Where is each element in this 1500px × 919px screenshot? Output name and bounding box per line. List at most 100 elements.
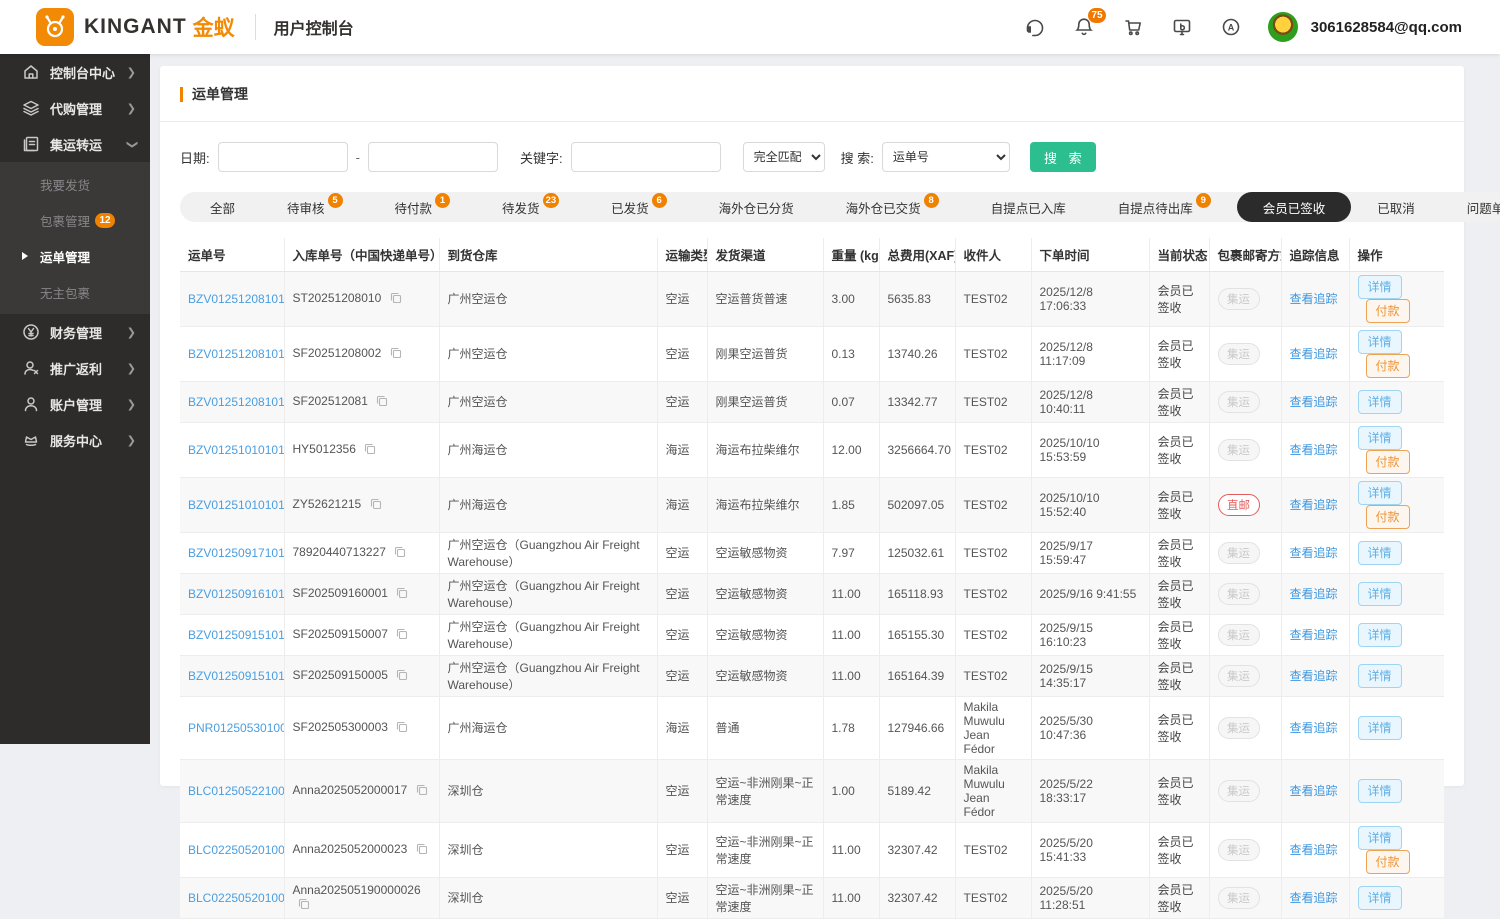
waybill-link[interactable]: BZV01250915101089	[188, 669, 284, 683]
waybill-link[interactable]: BZV01251010101117	[188, 443, 284, 457]
status-tab[interactable]: 问题单1	[1441, 192, 1500, 222]
copy-icon[interactable]	[370, 498, 382, 513]
copy-icon[interactable]	[396, 587, 408, 602]
copy-icon[interactable]	[396, 628, 408, 643]
date-separator: -	[356, 150, 360, 165]
pay-button[interactable]: 付款	[1366, 850, 1410, 874]
status-tab[interactable]: 待审核5	[261, 192, 369, 222]
transport-cell: 空运	[657, 271, 707, 326]
status-tab[interactable]: 已发货6	[585, 192, 693, 222]
waybill-link[interactable]: BLC01250522100824	[188, 784, 284, 798]
sidebar-item[interactable]: 控制台中心❯	[0, 54, 150, 90]
detail-button[interactable]: 详情	[1358, 330, 1402, 354]
detail-button[interactable]: 详情	[1358, 275, 1402, 299]
search-button[interactable]: 搜 索	[1030, 142, 1096, 172]
match-select[interactable]: 完全匹配	[743, 142, 825, 172]
view-tracking-link[interactable]: 查看追踪	[1290, 292, 1338, 306]
waybill-link[interactable]: BZV01251208101141	[188, 347, 284, 361]
copy-icon[interactable]	[390, 292, 402, 307]
monitor-icon[interactable]	[1170, 15, 1194, 39]
status-tab[interactable]: 海外仓已分货	[693, 192, 820, 222]
status-tab[interactable]: 会员已签收	[1237, 192, 1352, 222]
waybill-link[interactable]: BZV01251208101150	[188, 292, 284, 306]
view-tracking-link[interactable]: 查看追踪	[1290, 546, 1338, 560]
waybill-link[interactable]: PNR01250530100903	[188, 721, 284, 735]
detail-button[interactable]: 详情	[1358, 541, 1402, 565]
view-tracking-link[interactable]: 查看追踪	[1290, 784, 1338, 798]
waybill-link[interactable]: BLC02250520100766	[188, 843, 284, 857]
detail-button[interactable]: 详情	[1358, 716, 1402, 740]
search-type-select[interactable]: 运单号	[882, 142, 1010, 172]
waybill-link[interactable]: BZV01251010101116	[188, 498, 284, 512]
detail-button[interactable]: 详情	[1358, 826, 1402, 850]
inbound-cell: SF20251208002	[284, 326, 439, 381]
keyword-input[interactable]	[571, 142, 721, 172]
waybill-link[interactable]: BZV01250917101095	[188, 546, 284, 560]
copy-icon[interactable]	[298, 898, 310, 913]
date-end-input[interactable]	[368, 142, 498, 172]
cart-icon[interactable]	[1121, 15, 1145, 39]
copy-icon[interactable]	[396, 721, 408, 736]
waybill-link[interactable]: BLC02250520100762	[188, 891, 284, 905]
headset-icon[interactable]	[1023, 15, 1047, 39]
sidebar-item[interactable]: 代购管理❯	[0, 90, 150, 126]
copy-icon[interactable]	[416, 843, 428, 858]
view-tracking-link[interactable]: 查看追踪	[1290, 843, 1338, 857]
copy-icon[interactable]	[396, 669, 408, 684]
view-tracking-link[interactable]: 查看追踪	[1290, 443, 1338, 457]
status-tab[interactable]: 自提点已入库	[965, 192, 1092, 222]
brand-logo-icon[interactable]	[36, 8, 74, 46]
circled-a-icon[interactable]: A	[1219, 15, 1243, 39]
detail-button[interactable]: 详情	[1358, 390, 1402, 414]
detail-button[interactable]: 详情	[1358, 582, 1402, 606]
status-tab[interactable]: 待发货23	[476, 192, 585, 222]
sidebar-item[interactable]: 集运转运❮	[0, 126, 150, 162]
date-start-input[interactable]	[218, 142, 348, 172]
user-avatar[interactable]	[1268, 12, 1298, 42]
copy-icon[interactable]	[376, 395, 388, 410]
detail-button[interactable]: 详情	[1358, 886, 1402, 910]
view-tracking-link[interactable]: 查看追踪	[1290, 587, 1338, 601]
view-tracking-link[interactable]: 查看追踪	[1290, 891, 1338, 905]
view-tracking-link[interactable]: 查看追踪	[1290, 395, 1338, 409]
sidebar-item[interactable]: 账户管理❯	[0, 386, 150, 422]
sidebar-subitem[interactable]: 无主包裹	[0, 274, 150, 310]
view-tracking-link[interactable]: 查看追踪	[1290, 628, 1338, 642]
status-tab[interactable]: 全部	[184, 192, 261, 222]
sidebar-subitem[interactable]: 包裹管理12	[0, 202, 150, 238]
copy-icon[interactable]	[416, 784, 428, 799]
copy-icon[interactable]	[390, 347, 402, 362]
time-cell: 2025/9/15 16:10:23	[1031, 614, 1149, 655]
tab-label: 海外仓已分货	[719, 198, 794, 217]
waybill-link[interactable]: BZV01251208101140	[188, 395, 284, 409]
pay-button[interactable]: 付款	[1366, 505, 1410, 529]
detail-button[interactable]: 详情	[1358, 623, 1402, 647]
detail-button[interactable]: 详情	[1358, 664, 1402, 688]
time-cell: 2025/9/17 15:59:47	[1031, 532, 1149, 573]
status-tab[interactable]: 已取消	[1351, 192, 1441, 222]
sidebar-item[interactable]: 服务中心❯	[0, 422, 150, 458]
status-tab[interactable]: 自提点待出库9	[1092, 192, 1237, 222]
view-tracking-link[interactable]: 查看追踪	[1290, 669, 1338, 683]
pay-button[interactable]: 付款	[1366, 354, 1410, 378]
pay-button[interactable]: 付款	[1366, 450, 1410, 474]
status-tab[interactable]: 海外仓已交货8	[820, 192, 965, 222]
sidebar-subitem[interactable]: 运单管理	[0, 238, 150, 274]
copy-icon[interactable]	[364, 443, 376, 458]
view-tracking-link[interactable]: 查看追踪	[1290, 498, 1338, 512]
sidebar-subitem[interactable]: 我要发货	[0, 166, 150, 202]
detail-button[interactable]: 详情	[1358, 481, 1402, 505]
sidebar-item[interactable]: 推广返利❯	[0, 350, 150, 386]
waybill-link[interactable]: BZV01250915101090	[188, 628, 284, 642]
pay-button[interactable]: 付款	[1366, 299, 1410, 323]
view-tracking-link[interactable]: 查看追踪	[1290, 721, 1338, 735]
detail-button[interactable]: 详情	[1358, 779, 1402, 803]
detail-button[interactable]: 详情	[1358, 426, 1402, 450]
sidebar-item[interactable]: 财务管理❯	[0, 314, 150, 350]
status-tab[interactable]: 待付款1	[369, 192, 477, 222]
waybill-link[interactable]: BZV01250916101092	[188, 587, 284, 601]
view-tracking-link[interactable]: 查看追踪	[1290, 347, 1338, 361]
user-email[interactable]: 3061628584@qq.com	[1311, 19, 1462, 36]
copy-icon[interactable]	[394, 546, 406, 561]
bell-icon[interactable]: 75	[1072, 15, 1096, 39]
